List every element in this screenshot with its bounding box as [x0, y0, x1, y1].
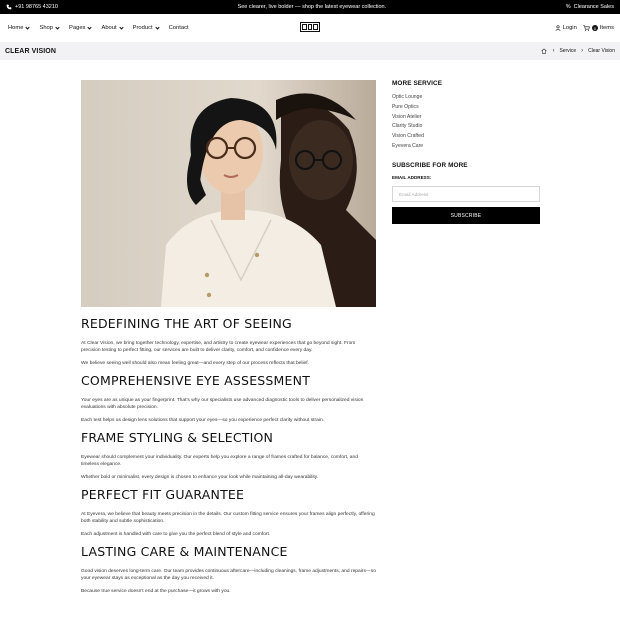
section-heading: FRAME STYLING & SELECTION	[81, 430, 274, 445]
login-link[interactable]: Login	[555, 25, 577, 31]
section-paragraph: Because true service doesn't end at the …	[81, 589, 231, 594]
nav-item-about[interactable]: About	[101, 24, 124, 31]
section-paragraph: At Clear Vision, we bring together techn…	[81, 341, 356, 353]
cart-count-badge: 0	[591, 25, 598, 31]
service-link-optic-lounge[interactable]: Optic Lounge	[392, 93, 540, 103]
phone-number: +91 98765 43210	[15, 4, 58, 10]
percent-icon: %	[565, 4, 571, 10]
nav-label: Pages	[69, 25, 86, 31]
section-heading: LASTING CARE & MAINTENANCE	[81, 544, 288, 559]
nav-item-home[interactable]: Home	[8, 24, 31, 31]
breadcrumb: › Service › Clear Vision	[541, 48, 615, 54]
chevron-down-icon	[25, 24, 31, 30]
email-label: EMAIL ADDRESS:	[392, 174, 432, 180]
section-paragraph: Whether bold or minimalist, every design…	[81, 475, 319, 480]
chevron-down-icon	[55, 24, 60, 30]
page-title: CLEAR VISION	[5, 47, 56, 55]
section-paragraph: Your eyes are as unique as your fingerpr…	[81, 398, 364, 410]
section-paragraph: We believe seeing well should also mean …	[81, 361, 309, 366]
section-frame-styling: FRAME STYLING & SELECTION Eyewear should…	[81, 430, 376, 481]
service-content: REDEFINING THE ART OF SEEING At Clear Vi…	[81, 316, 376, 601]
section-heading: REDEFINING THE ART OF SEEING	[81, 316, 292, 331]
cart-label: Items	[599, 25, 614, 31]
phone-icon	[6, 4, 12, 10]
nav-item-shop[interactable]: Shop	[39, 24, 60, 31]
more-service-title: MORE SERVICE	[392, 80, 443, 87]
announcement-bar: +91 98765 43210 See clearer, live bolder…	[0, 0, 620, 14]
section-perfect-fit: PERFECT FIT GUARANTEE At Eyevera, we bel…	[81, 487, 376, 538]
site-logo[interactable]	[300, 22, 320, 32]
clearance-link[interactable]: % Clearance Sales	[566, 4, 614, 10]
subscribe-title: SUBSCRIBE FOR MORE	[392, 161, 468, 169]
nav-label: Contact	[168, 25, 189, 31]
page-header-bar: CLEAR VISION › Service › Clear Vision	[0, 42, 620, 60]
section-heading: COMPREHENSIVE EYE ASSESSMENT	[81, 373, 311, 388]
sidebar: MORE SERVICE Optic Lounge Pure Optics Vi…	[392, 80, 540, 225]
section-paragraph: Each adjustment is handled with care to …	[81, 532, 271, 537]
nav-label: Home	[8, 25, 24, 31]
user-icon	[555, 25, 561, 31]
hero-image	[81, 80, 376, 307]
service-link-eyevera-care[interactable]: Eyevera Care	[392, 142, 540, 152]
cart-icon	[583, 25, 590, 31]
nav-item-product[interactable]: Product	[132, 24, 160, 31]
chevron-right-icon: ›	[581, 48, 584, 54]
breadcrumb-link-service[interactable]: Service	[559, 48, 576, 54]
section-paragraph: Each test helps us design lens solutions…	[81, 418, 325, 423]
section-paragraph: Eyewear should complement your individua…	[81, 455, 358, 467]
phone-contact[interactable]: +91 98765 43210	[6, 4, 58, 10]
chevron-down-icon	[118, 24, 124, 30]
chevron-right-icon: ›	[552, 48, 555, 54]
login-label: Login	[562, 25, 577, 31]
chevron-down-icon	[154, 24, 160, 30]
nav-label: Product	[132, 25, 153, 31]
subscribe-button[interactable]: SUBSCRIBE	[392, 207, 540, 225]
section-paragraph: Good vision deserves long-term care. Our…	[81, 569, 376, 581]
nav-item-contact[interactable]: Contact	[169, 25, 189, 31]
service-link-vision-crafted[interactable]: Vision Crafted	[392, 132, 540, 142]
service-list: Optic Lounge Pure Optics Vision Atelier …	[392, 93, 540, 152]
breadcrumb-current: Clear Vision	[588, 48, 615, 54]
cart-link[interactable]: 0 Items	[583, 25, 614, 31]
nav-label: Shop	[39, 25, 54, 31]
chevron-down-icon	[87, 24, 93, 30]
promo-text: See clearer, live bolder — shop the late…	[237, 4, 387, 10]
nav-item-pages[interactable]: Pages	[69, 24, 93, 31]
clearance-label: Clearance Sales	[573, 4, 614, 10]
email-field[interactable]	[392, 186, 540, 203]
service-link-pure-optics[interactable]: Pure Optics	[392, 103, 540, 113]
home-icon[interactable]	[541, 48, 548, 54]
section-eye-assessment: COMPREHENSIVE EYE ASSESSMENT Your eyes a…	[81, 373, 376, 424]
section-heading: PERFECT FIT GUARANTEE	[81, 487, 245, 502]
section-redefining: REDEFINING THE ART OF SEEING At Clear Vi…	[81, 316, 376, 367]
service-link-clarity-studio[interactable]: Clarity Studio	[392, 122, 540, 132]
nav-label: About	[101, 25, 117, 31]
service-link-vision-atelier[interactable]: Vision Atelier	[392, 113, 540, 123]
section-lasting-care: LASTING CARE & MAINTENANCE Good vision d…	[81, 544, 376, 595]
section-paragraph: At Eyevera, we believe that beauty meets…	[81, 512, 375, 524]
